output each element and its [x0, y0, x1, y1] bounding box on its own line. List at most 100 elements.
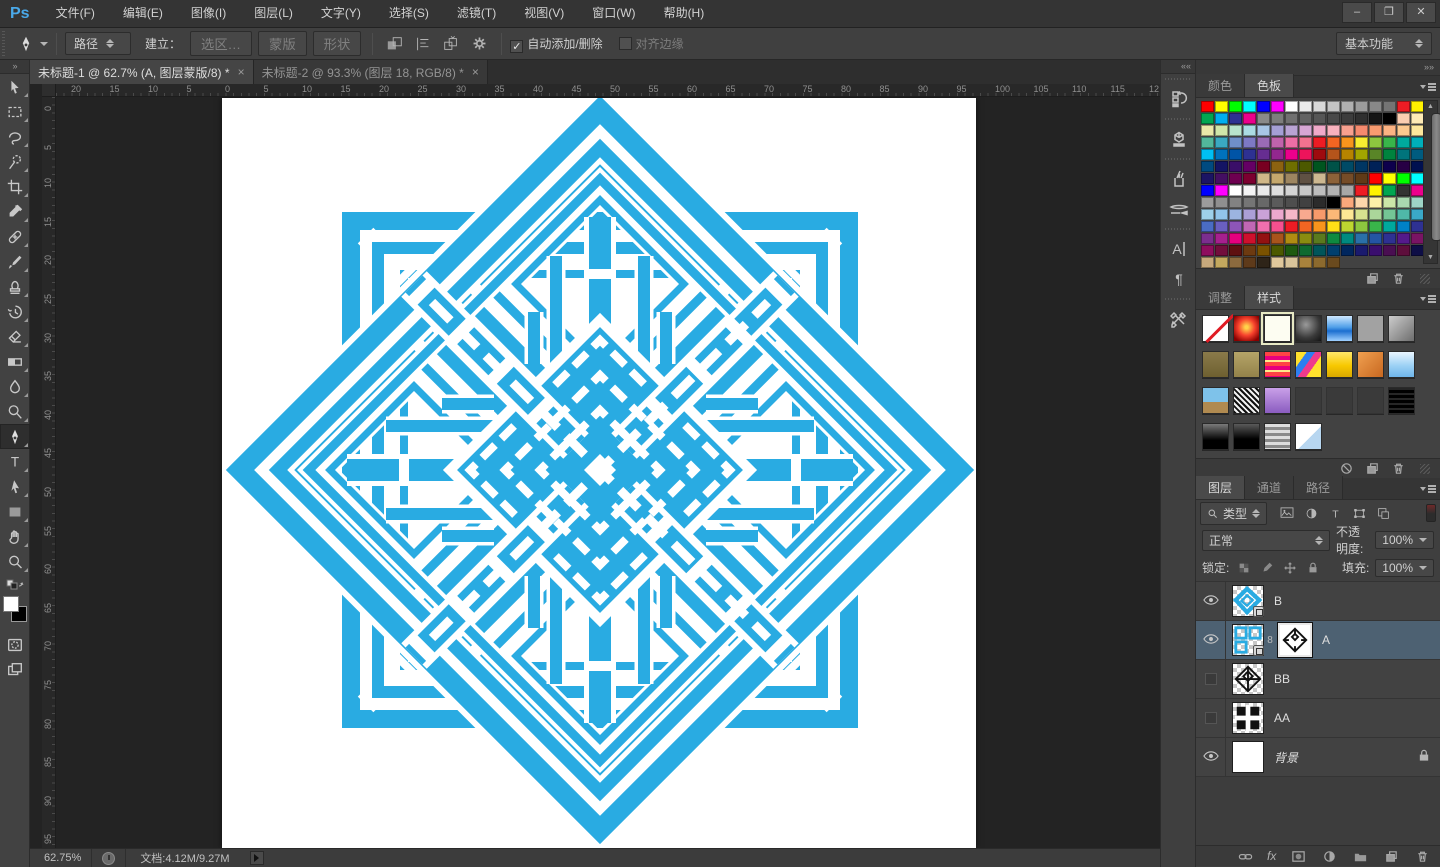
- layer-thumbnail[interactable]: [1232, 624, 1264, 656]
- zoom-tool[interactable]: [0, 549, 30, 574]
- color-swatch[interactable]: [1341, 125, 1354, 136]
- lasso-tool[interactable]: [0, 124, 30, 149]
- layers-tab-通道[interactable]: 通道: [1245, 476, 1294, 499]
- color-swatch[interactable]: [1229, 137, 1242, 148]
- color-swatch[interactable]: [1215, 209, 1228, 220]
- color-swatch[interactable]: [1257, 173, 1270, 184]
- layer-style-button[interactable]: fx: [1267, 849, 1276, 863]
- move-tool[interactable]: [0, 74, 30, 99]
- color-swatch[interactable]: [1285, 173, 1298, 184]
- color-swatch[interactable]: [1201, 257, 1214, 268]
- blur-tool[interactable]: [0, 374, 30, 399]
- style-white-blue-gloss[interactable]: [1295, 423, 1322, 450]
- color-swatch[interactable]: [1243, 257, 1256, 268]
- style-default-none[interactable]: [1202, 315, 1229, 342]
- color-swatch[interactable]: [1355, 113, 1368, 124]
- color-swatch[interactable]: [1201, 161, 1214, 172]
- color-swatch[interactable]: [1257, 257, 1270, 268]
- menu-item-7[interactable]: 视图(V): [510, 0, 578, 27]
- color-swatch[interactable]: [1383, 101, 1396, 112]
- color-swatch[interactable]: [1355, 149, 1368, 160]
- pixel-layer-filter-icon[interactable]: [1276, 504, 1298, 522]
- layer-row-AA[interactable]: AA: [1196, 699, 1440, 738]
- layers-tab-路径[interactable]: 路径: [1294, 476, 1343, 499]
- style-purple-gel[interactable]: [1264, 387, 1291, 414]
- color-swatch[interactable]: [1215, 173, 1228, 184]
- color-swatch[interactable]: [1229, 125, 1242, 136]
- color-swatch[interactable]: [1299, 245, 1312, 256]
- color-swatch[interactable]: [1285, 257, 1298, 268]
- menu-item-6[interactable]: 滤镜(T): [443, 0, 510, 27]
- color-swatch[interactable]: [1369, 245, 1382, 256]
- styles-tab-调整[interactable]: 调整: [1196, 286, 1245, 309]
- brush-panel-icon[interactable]: [1161, 164, 1197, 194]
- color-swatch[interactable]: [1271, 221, 1284, 232]
- color-swatch[interactable]: [1257, 209, 1270, 220]
- layer-thumbnail[interactable]: [1232, 585, 1264, 617]
- rectangle-tool[interactable]: [0, 499, 30, 524]
- color-swatch[interactable]: [1201, 125, 1214, 136]
- color-swatch[interactable]: [1271, 161, 1284, 172]
- color-swatch[interactable]: [1285, 233, 1298, 244]
- style-dark-chrome-v2[interactable]: [1233, 423, 1260, 450]
- rectangular-marquee-tool[interactable]: [0, 99, 30, 124]
- color-swatch[interactable]: [1215, 257, 1228, 268]
- color-swatch[interactable]: [1327, 245, 1340, 256]
- layer-filter-type-dropdown[interactable]: 类型: [1200, 502, 1267, 525]
- color-swatch[interactable]: [1201, 197, 1214, 208]
- lock-position-icon[interactable]: [1281, 559, 1298, 576]
- color-swatch[interactable]: [1215, 221, 1228, 232]
- color-swatch[interactable]: [1313, 233, 1326, 244]
- color-swatch[interactable]: [1257, 233, 1270, 244]
- color-swatch[interactable]: [1285, 125, 1298, 136]
- panel-group-grip[interactable]: [1165, 116, 1191, 124]
- layer-thumbnail[interactable]: [1232, 741, 1264, 773]
- color-swatch[interactable]: [1201, 149, 1214, 160]
- color-swatch[interactable]: [1369, 233, 1382, 244]
- color-swatch[interactable]: [1271, 257, 1284, 268]
- vertical-ruler[interactable]: 05101520253035404550556065707580859095: [42, 97, 56, 848]
- panel-menu-icon[interactable]: [1420, 483, 1436, 495]
- style-red-glow[interactable]: [1233, 315, 1260, 342]
- color-swatch[interactable]: [1229, 197, 1242, 208]
- style-tan-texture[interactable]: [1233, 351, 1260, 378]
- color-swatch[interactable]: [1271, 245, 1284, 256]
- panel-group-grip[interactable]: [1165, 76, 1191, 84]
- dock-expand-icon[interactable]: ««: [1161, 60, 1195, 74]
- swatches-tab-色板[interactable]: 色板: [1245, 74, 1294, 97]
- layer-row-背景[interactable]: 背景: [1196, 738, 1440, 777]
- opacity-dropdown[interactable]: 100%: [1375, 531, 1434, 549]
- color-swatch[interactable]: [1313, 185, 1326, 196]
- color-swatch[interactable]: [1257, 161, 1270, 172]
- color-swatch[interactable]: [1369, 185, 1382, 196]
- hand-tool[interactable]: [0, 524, 30, 549]
- color-swatch[interactable]: [1383, 149, 1396, 160]
- status-menu-arrow[interactable]: [250, 851, 264, 865]
- make-mask-button[interactable]: 蒙版: [258, 31, 307, 56]
- style-black-sparkle[interactable]: [1388, 387, 1415, 414]
- color-swatch[interactable]: [1257, 245, 1270, 256]
- color-swatch[interactable]: [1215, 245, 1228, 256]
- color-swatch[interactable]: [1201, 173, 1214, 184]
- menu-item-3[interactable]: 图层(L): [240, 0, 307, 27]
- color-swatch[interactable]: [1271, 173, 1284, 184]
- link-layers-button[interactable]: [1236, 848, 1254, 864]
- color-swatch[interactable]: [1285, 161, 1298, 172]
- color-swatch[interactable]: [1369, 161, 1382, 172]
- color-swatch[interactable]: [1327, 257, 1340, 268]
- color-swatch[interactable]: [1341, 209, 1354, 220]
- color-swatch[interactable]: [1369, 149, 1382, 160]
- color-swatch[interactable]: [1397, 209, 1410, 220]
- pick-tool-mode-dropdown[interactable]: 路径: [65, 32, 131, 55]
- color-swatch[interactable]: [1299, 197, 1312, 208]
- color-swatch[interactable]: [1243, 245, 1256, 256]
- color-swatch[interactable]: [1243, 221, 1256, 232]
- color-swatch[interactable]: [1257, 221, 1270, 232]
- style-orange-texture[interactable]: [1357, 351, 1384, 378]
- new-style-button[interactable]: [1364, 461, 1380, 477]
- color-swatch[interactable]: [1355, 233, 1368, 244]
- color-swatch[interactable]: [1355, 137, 1368, 148]
- new-group-button[interactable]: [1351, 848, 1369, 864]
- color-swatch[interactable]: [1313, 161, 1326, 172]
- color-swatch[interactable]: [1285, 197, 1298, 208]
